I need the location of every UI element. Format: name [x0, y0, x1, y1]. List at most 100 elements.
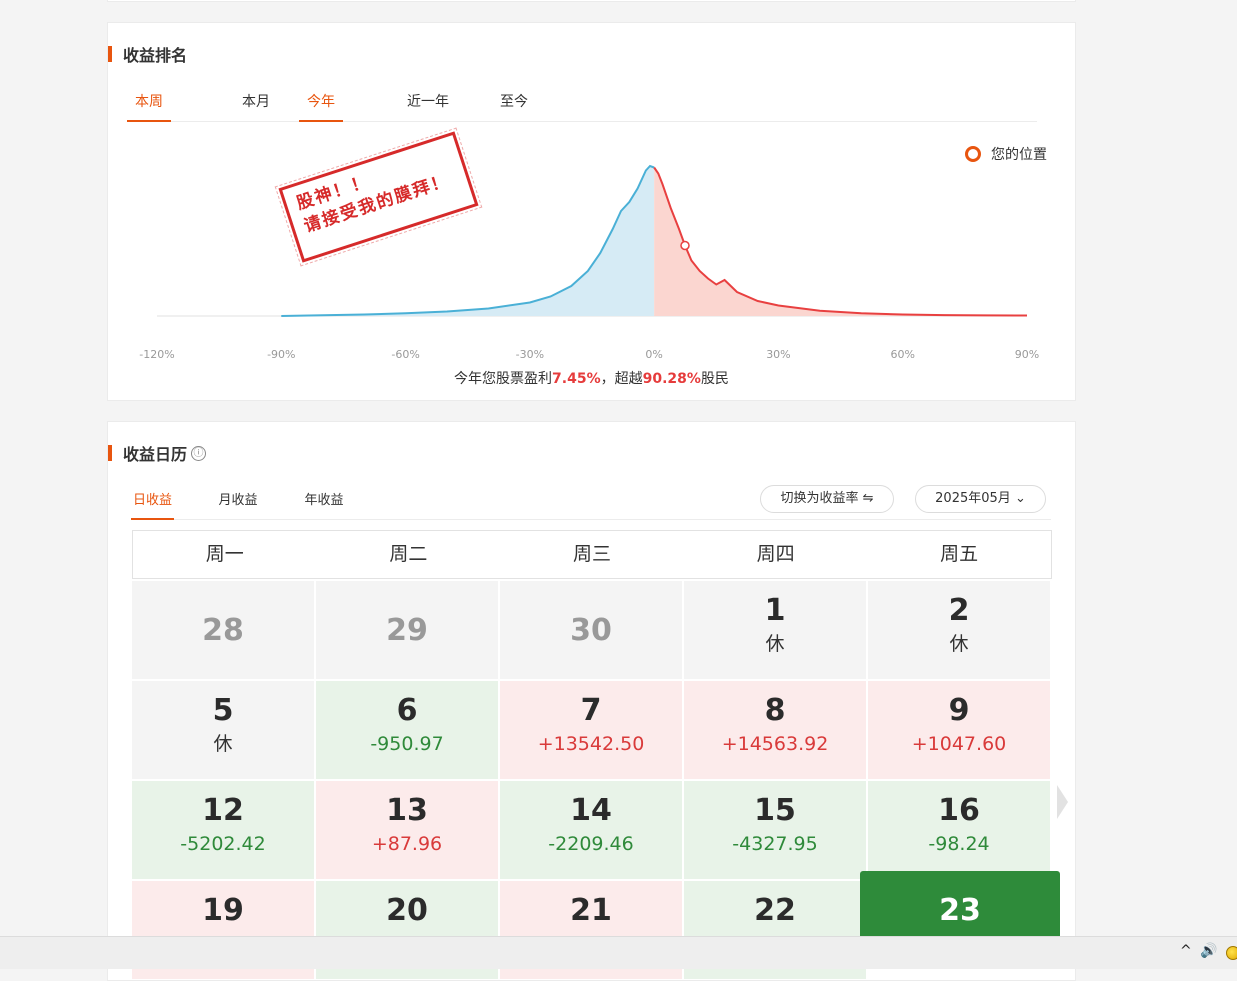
day-return-value: 休: [213, 733, 233, 755]
calendar-day-cell[interactable]: 2休: [868, 581, 1050, 679]
weekday-wed: 周三: [572, 543, 611, 565]
x-tick-label: -60%: [391, 348, 419, 361]
day-number: 28: [202, 613, 244, 648]
swap-icon: ⇋: [862, 491, 874, 506]
volume-icon[interactable]: 🔊: [1200, 943, 1217, 959]
day-number: 21: [570, 893, 612, 928]
weekday-tue: 周二: [389, 543, 428, 565]
x-tick-label: -90%: [267, 348, 295, 361]
tab-this-month[interactable]: 本月: [213, 83, 299, 121]
title-accent-bar: [108, 46, 112, 62]
tray-expand-icon[interactable]: ^: [1180, 943, 1192, 959]
summary-prefix: 今年您股票盈利: [454, 371, 553, 387]
x-tick-label: -120%: [139, 348, 174, 361]
day-number: 2: [948, 593, 970, 628]
day-return-value: -5202.42: [180, 833, 266, 855]
calendar-day-cell[interactable]: 23: [860, 871, 1060, 943]
ranking-summary: 今年您股票盈利7.45%，超越90.28%股民: [108, 368, 1075, 388]
taskbar: ^ 🔊: [0, 936, 1237, 969]
info-icon[interactable]: ⓘ: [191, 445, 207, 461]
next-page-arrow-icon[interactable]: [1057, 785, 1068, 819]
tab-daily-return[interactable]: 日收益: [131, 482, 174, 520]
calendar-mode-tabs: 日收益 月收益 年收益: [131, 482, 1051, 520]
day-number: 19: [202, 893, 244, 928]
calendar-day-cell[interactable]: 9 +1047.60: [868, 681, 1050, 779]
tab-yearly-return[interactable]: 年收益: [302, 482, 346, 519]
tab-this-year[interactable]: 今年: [299, 83, 343, 122]
switch-label: 切换为收益率: [780, 491, 859, 506]
calendar-grid: 28 29 30 1 休 2 休 5 休 6 -950.97 7 +13542.50 8 +14563.92…: [132, 581, 1060, 979]
weekday-thu: 周四: [756, 543, 795, 565]
day-number: 22: [754, 893, 796, 928]
chevron-down-icon: ⌄: [1014, 491, 1026, 506]
calendar-day-cell[interactable]: 1休: [684, 581, 866, 679]
x-tick-label: -30%: [516, 348, 544, 361]
gain-area: [654, 167, 1027, 316]
calendar-day-cell[interactable]: 5休: [132, 681, 314, 779]
summary-profit: 7.45%: [552, 371, 601, 387]
day-number: 30: [570, 613, 612, 648]
tray-app-icon[interactable]: [1226, 946, 1237, 960]
x-tick-label: 0%: [645, 348, 662, 361]
day-number: 13: [386, 793, 428, 828]
weekday-fri: 周五: [940, 543, 979, 565]
month-label: 2025年05月: [935, 491, 1011, 506]
calendar-day-cell[interactable]: 15 -4327.95: [684, 781, 866, 879]
day-number: 5: [212, 693, 234, 728]
day-number: 6: [396, 693, 418, 728]
day-return-value: +13542.50: [537, 733, 645, 755]
tab-monthly-return[interactable]: 月收益: [216, 482, 260, 519]
previous-section-card: [107, 0, 1076, 2]
title-accent-bar: [108, 445, 112, 461]
day-return-value: +87.96: [371, 833, 443, 855]
calendar-card: 收益日历 ⓘ 日收益 月收益 年收益 切换为收益率 ⇋ 2025年05月 ⌄ 周…: [107, 421, 1076, 981]
calendar-day-cell[interactable]: 12 -5202.42: [132, 781, 314, 879]
day-number: 14: [570, 793, 612, 828]
summary-suffix: 股民: [700, 371, 729, 387]
day-number: 12: [202, 793, 244, 828]
switch-to-rate-button[interactable]: 切换为收益率 ⇋: [760, 485, 894, 513]
day-return-value: -2209.46: [548, 833, 634, 855]
day-number: 20: [386, 893, 428, 928]
day-number: 16: [938, 793, 980, 828]
ranking-period-tabs: 本周 本月 今年 近一年 至今: [127, 83, 1037, 122]
summary-percentile: 90.28%: [642, 371, 701, 387]
day-number: 7: [580, 693, 602, 728]
calendar-day-cell[interactable]: 29: [316, 581, 498, 679]
day-number: 8: [764, 693, 786, 728]
ranking-card: 收益排名 本周 本月 今年 近一年 至今 您的位置 -120% -90% -60% -…: [107, 22, 1076, 401]
day-number: 29: [386, 613, 428, 648]
calendar-day-cell[interactable]: 13 +87.96: [316, 781, 498, 879]
calendar-day-cell[interactable]: 30: [500, 581, 682, 679]
tab-this-week[interactable]: 本周: [127, 83, 171, 122]
your-position-marker: [680, 240, 690, 251]
calendar-day-cell[interactable]: 14 -2209.46: [500, 781, 682, 879]
day-return-value: -4327.95: [732, 833, 818, 855]
day-number: 9: [948, 693, 970, 728]
ranking-title: 收益排名: [108, 44, 188, 65]
calendar-title: 收益日历 ⓘ: [108, 443, 207, 464]
month-select[interactable]: 2025年05月 ⌄: [915, 485, 1046, 513]
tab-all-time[interactable]: 至今: [471, 83, 557, 121]
tab-past-year[interactable]: 近一年: [385, 83, 471, 121]
x-tick-label: 60%: [890, 348, 914, 361]
calendar-day-cell[interactable]: 16 -98.24: [868, 781, 1050, 879]
day-return-value: 休: [765, 633, 785, 655]
x-tick-label: 30%: [766, 348, 790, 361]
calendar-day-cell[interactable]: 6 -950.97: [316, 681, 498, 779]
summary-middle: ，超越: [600, 371, 643, 387]
day-number: 1: [764, 593, 786, 628]
weekday-header: 周一 周二 周三 周四 周五: [132, 530, 1052, 579]
day-return-value: +1047.60: [911, 733, 1007, 755]
weekday-mon: 周一: [205, 543, 244, 565]
calendar-day-cell[interactable]: 28: [132, 581, 314, 679]
day-return-value: -98.24: [928, 833, 990, 855]
return-distribution-chart: -120% -90% -60% -30% 0% 30% 60% 90%: [139, 164, 1039, 361]
calendar-title-text: 收益日历: [123, 445, 188, 464]
x-tick-label: 90%: [1015, 348, 1039, 361]
day-return-value: -950.97: [370, 733, 444, 755]
day-return-value: 休: [949, 633, 969, 655]
calendar-day-cell[interactable]: 8 +14563.92: [684, 681, 866, 779]
calendar-day-cell[interactable]: 7 +13542.50: [500, 681, 682, 779]
ranking-title-text: 收益排名: [123, 46, 188, 65]
